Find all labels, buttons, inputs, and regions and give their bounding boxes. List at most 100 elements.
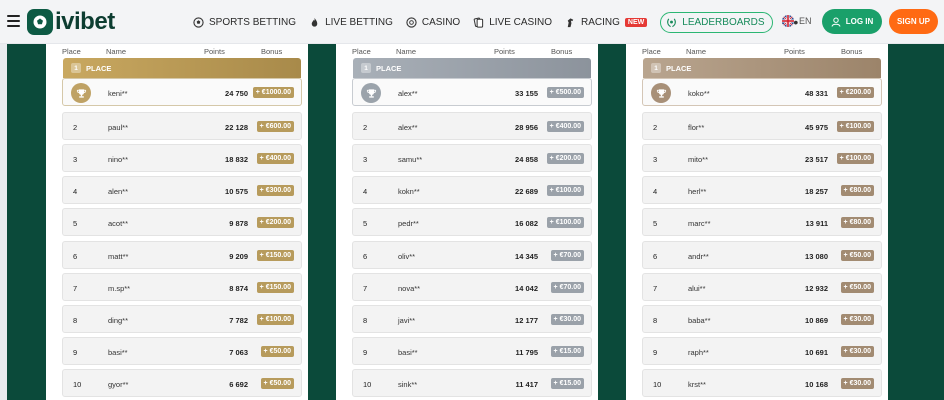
- rank: 2: [73, 123, 78, 132]
- player-name: basi**: [398, 348, 418, 357]
- points: 10 575: [225, 187, 248, 196]
- leaderboard-row: 7 alui** 12 932 + €50.00: [642, 273, 882, 301]
- rank: 9: [653, 348, 658, 357]
- leaderboard-row: 8 baba** 10 869 + €30.00: [642, 305, 882, 333]
- nav-leaderboards[interactable]: LEADERBOARDS: [660, 11, 773, 33]
- language-code: EN: [799, 16, 812, 26]
- first-place-banner: 1 PLACE: [353, 58, 591, 78]
- trophy-icon: [71, 83, 91, 103]
- bonus-badge: + €50.00: [840, 250, 874, 261]
- login-label: LOG IN: [845, 17, 874, 26]
- banner-number: 1: [361, 63, 371, 73]
- new-badge: NEW: [624, 17, 648, 27]
- leaderboard-panel: Place Name Points Bonus 1 PLACE alex** 33 155 + …: [336, 44, 598, 400]
- bonus-badge: + €400.00: [546, 121, 584, 132]
- points: 48 331: [805, 89, 828, 98]
- bonus-badge: + €15.00: [550, 378, 584, 389]
- points: 7 782: [229, 316, 248, 325]
- points: 24 858: [515, 155, 538, 164]
- rank: 5: [73, 219, 78, 228]
- nav-sports-betting[interactable]: SPORTS BETTING: [193, 17, 296, 28]
- points: 33 155: [515, 89, 538, 98]
- points: 24 750: [225, 89, 248, 98]
- rank: 2: [653, 123, 658, 132]
- header-name: Name: [106, 47, 127, 56]
- points: 8 874: [229, 284, 248, 293]
- rank: 4: [363, 187, 368, 196]
- points: 10 869: [805, 316, 828, 325]
- cards-icon: [473, 17, 484, 28]
- nav-label: LIVE CASINO: [489, 16, 553, 28]
- nav-label: LEADERBOARDS: [682, 16, 765, 28]
- points: 10 691: [805, 348, 828, 357]
- nav-label: SPORTS BETTING: [209, 16, 297, 28]
- rank: 3: [73, 155, 78, 164]
- player-name: nino**: [108, 155, 129, 164]
- leaderboard-row: 8 javi** 12 177 + €30.00: [352, 305, 592, 333]
- points: 9 209: [229, 252, 248, 261]
- leaderboard-row: 4 herl** 18 257 + €80.00: [642, 176, 882, 204]
- player-name: andr**: [688, 252, 709, 261]
- points: 18 832: [225, 155, 248, 164]
- rank: 10: [363, 380, 372, 389]
- site-logo[interactable]: ivibet: [27, 8, 115, 36]
- nav-casino[interactable]: CASINO: [406, 17, 460, 28]
- nav-live-betting[interactable]: LIVE BETTING: [309, 17, 393, 28]
- points: 10 168: [805, 380, 828, 389]
- bonus-badge: + €70.00: [550, 282, 584, 293]
- rank: 10: [73, 380, 82, 389]
- banner-label: PLACE: [376, 63, 402, 73]
- player-name: krst**: [688, 380, 706, 389]
- bonus-badge: + €300.00: [256, 185, 294, 196]
- bonus-badge: + €150.00: [256, 250, 294, 261]
- leaderboard-row: 3 samu** 24 858 + €200.00: [352, 144, 592, 172]
- logo-text: ivibet: [55, 8, 115, 35]
- bonus-badge: + €50.00: [260, 378, 294, 389]
- rank: 5: [653, 219, 658, 228]
- player-name: baba**: [688, 316, 711, 325]
- bonus-badge: + €50.00: [840, 282, 874, 293]
- bonus-badge: + €30.00: [840, 346, 874, 357]
- player-name: oliv**: [398, 252, 416, 261]
- signup-button[interactable]: SIGN UP: [889, 9, 938, 34]
- player-name: koko**: [688, 89, 710, 98]
- rank: 3: [363, 155, 368, 164]
- bonus-badge: + €100.00: [546, 217, 584, 228]
- leaderboard-row: 3 mito** 23 517 + €100.00: [642, 144, 882, 172]
- points: 12 177: [515, 316, 538, 325]
- bonus-badge: + €150.00: [256, 282, 294, 293]
- header-name: Name: [686, 47, 707, 56]
- leaderboard-row: 10 sink** 11 417 + €15.00: [352, 369, 592, 397]
- trophy-icon: [361, 83, 381, 103]
- player-name: alui**: [688, 284, 706, 293]
- player-name: nova**: [398, 284, 421, 293]
- header-bonus: Bonus: [841, 47, 863, 56]
- language-selector[interactable]: EN: [782, 15, 812, 27]
- flame-icon: [311, 17, 318, 27]
- rank: 3: [653, 155, 658, 164]
- soccer-ball-icon: [193, 16, 204, 28]
- points: 12 932: [805, 284, 828, 293]
- player-name: herl**: [688, 187, 707, 196]
- nav-live-casino[interactable]: LIVE CASINO: [473, 17, 552, 28]
- leaderboard-panel: Place Name Points Bonus 1 PLACE keni** 24 750 + …: [46, 44, 308, 400]
- bonus-badge: + €100.00: [256, 314, 294, 325]
- bonus-badge: + €70.00: [550, 250, 584, 261]
- leaderboard-row: 9 basi** 11 795 + €15.00: [352, 337, 592, 365]
- first-place-banner: 1 PLACE: [643, 58, 881, 78]
- bonus-badge: + €30.00: [840, 314, 874, 325]
- header-bonus: Bonus: [261, 47, 283, 56]
- player-name: pedr**: [398, 219, 419, 228]
- bonus-badge: + €600.00: [256, 121, 294, 132]
- rank: 10: [653, 380, 662, 389]
- menu-icon[interactable]: [7, 15, 20, 27]
- points: 14 042: [515, 284, 538, 293]
- leaderboard-row: 8 ding** 7 782 + €100.00: [62, 305, 302, 333]
- banner-label: PLACE: [86, 63, 112, 73]
- first-place-banner: 1 PLACE: [63, 58, 301, 78]
- login-button[interactable]: LOG IN: [822, 9, 882, 34]
- nav-racing[interactable]: RACING NEW: [565, 17, 648, 28]
- player-name: ding**: [108, 316, 129, 325]
- rank: 7: [73, 284, 78, 293]
- top-header: ivibet SPORTS BETTING LIVE BETTING CASIN…: [0, 0, 944, 44]
